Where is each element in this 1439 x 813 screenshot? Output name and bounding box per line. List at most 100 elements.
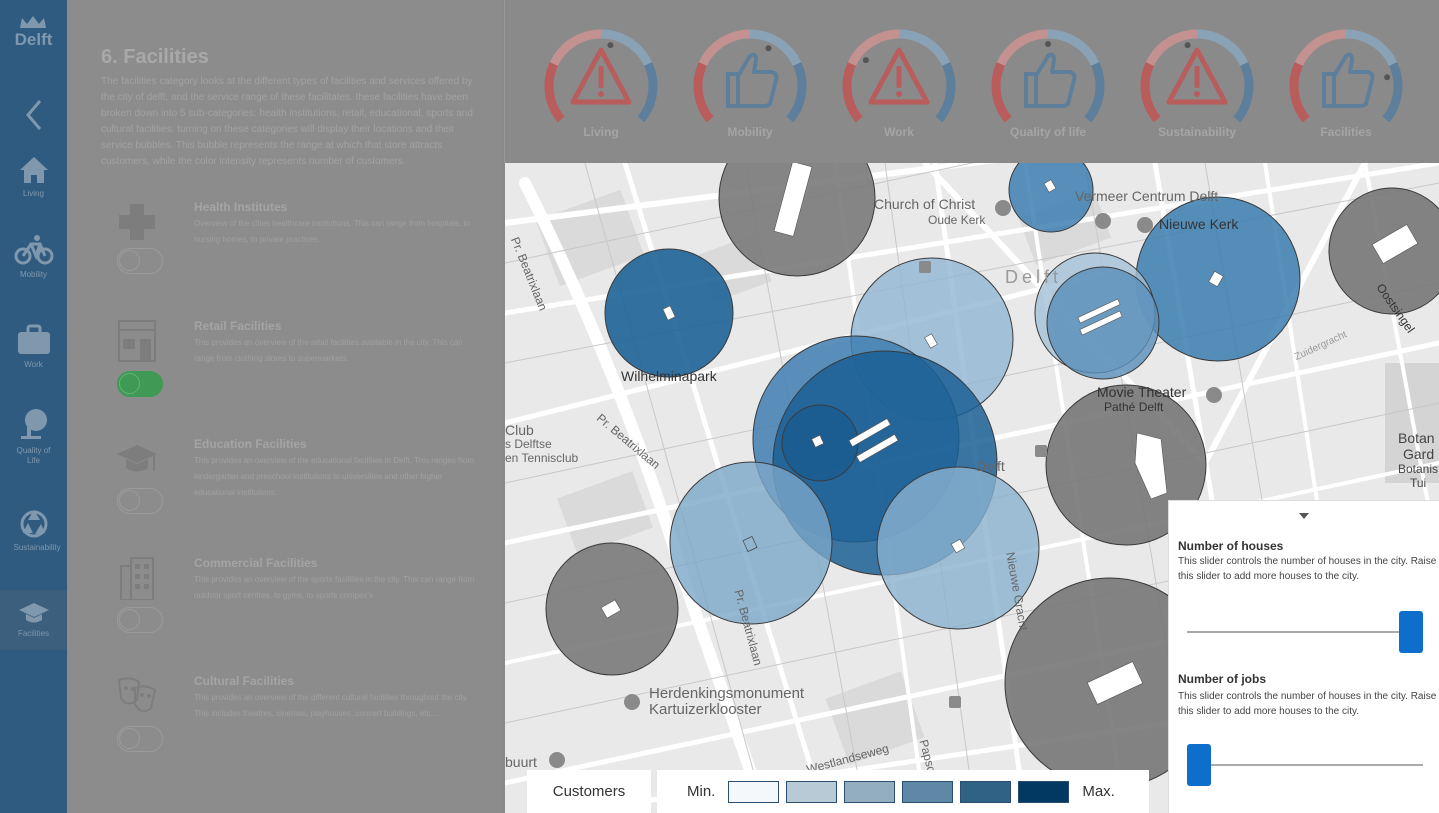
app-root: Delft Living Mobility Work Quality of Li… [0, 0, 1439, 813]
crown-icon [20, 16, 46, 28]
facility-education: Education Facilities This provides an ov… [101, 437, 481, 537]
gauge-label: Living [583, 125, 619, 139]
gauge-segment [1294, 29, 1347, 67]
map-label: Oude Kerk [928, 213, 986, 227]
toggle-knob [119, 728, 140, 749]
facility-desc: This provides an overview of the differe… [194, 693, 469, 718]
nav-label-facilities: Facilities [17, 629, 50, 638]
map-label: Herdenkingsmonument [649, 685, 805, 702]
retail-toggle[interactable] [117, 371, 163, 397]
gauge-needle [607, 42, 614, 49]
facility-health: Health Institutes Overview of the cities… [101, 200, 481, 300]
delft-logo[interactable]: Delft [0, 14, 67, 50]
nav-item-work[interactable]: Work [0, 307, 67, 387]
panel-title: 6. Facilities [101, 46, 209, 68]
facility-name: Cultural Facilities [194, 674, 295, 688]
gauge-segment [935, 62, 956, 123]
nav-item-sustainability[interactable]: Sustainability [0, 490, 67, 570]
gauge-segment [991, 62, 1012, 123]
gauge-dial [842, 29, 956, 123]
houses-slider-track[interactable] [1187, 631, 1423, 633]
houses-slider-title: Number of houses [1178, 539, 1284, 553]
jobs-slider-thumb[interactable] [1187, 744, 1211, 786]
facility-commercial: Commercial Facilities This provides an o… [101, 556, 481, 656]
left-nav: Delft Living Mobility Work Quality of Li… [0, 0, 67, 813]
houses-slider-thumb[interactable] [1399, 611, 1423, 653]
chevron-left-icon [25, 100, 41, 130]
facility-desc: Overview of the cities healthcare instit… [194, 219, 470, 244]
nav-item-living[interactable]: Living [0, 137, 67, 217]
map-label: Delft [1005, 267, 1063, 287]
gauge-segment [1084, 62, 1105, 123]
nav-label-living: Living [23, 189, 44, 198]
map-label: Club [505, 422, 534, 438]
gauge-segment [637, 62, 658, 123]
map-label: Church of Christ [874, 196, 976, 212]
medical-cross-icon [119, 204, 155, 240]
gauge-label: Mobility [727, 125, 773, 139]
gauge-mobility[interactable]: Mobility [690, 26, 810, 146]
warning-icon [868, 47, 930, 105]
thumbs-up-icon [726, 52, 779, 108]
graduation-cap-icon [117, 445, 157, 472]
gauge-dial [991, 29, 1105, 123]
health-toggle[interactable] [117, 248, 163, 274]
legend-swatch [728, 780, 780, 803]
collapse-caret-icon[interactable] [1299, 513, 1309, 519]
facility-desc: This provides an overview of the retail … [194, 338, 463, 363]
nav-item-facilities[interactable]: Facilities [0, 590, 67, 650]
graduation-cap-icon [18, 603, 49, 623]
commercial-toggle[interactable] [117, 607, 163, 633]
gauge-quality-of-life[interactable]: Quality of life [988, 26, 1108, 146]
map-label: Wilhelminapark [621, 368, 717, 384]
facilities-panel: 6. Facilities The facilities category lo… [67, 0, 502, 813]
tree-icon [20, 409, 47, 439]
legend-swatch [786, 780, 838, 803]
cultural-toggle[interactable] [117, 726, 163, 752]
map-label: s Delftse [505, 437, 552, 451]
gauge-segment [1140, 62, 1161, 123]
legend-min-label: Min. [687, 783, 716, 800]
gauge-segment [693, 62, 714, 123]
recycle-icon [20, 510, 47, 538]
map-label: Delft [976, 458, 1005, 474]
toggle-knob [119, 490, 140, 511]
thumbs-up-icon [1024, 52, 1077, 108]
nav-item-mobility[interactable]: Mobility [0, 217, 67, 297]
facility-cultural: Cultural Facilities This provides an ove… [101, 674, 481, 774]
back-button[interactable] [0, 90, 67, 140]
legend-swatch [960, 780, 1012, 803]
facility-name: Commercial Facilities [194, 556, 318, 570]
map-label: buurt [505, 754, 537, 770]
facility-name: Education Facilities [194, 437, 307, 451]
toggle-knob [119, 250, 140, 271]
nav-label-sustainability: Sustainability [13, 543, 61, 552]
gauge-label: Work [884, 125, 914, 139]
gauge-segment [996, 29, 1049, 67]
legend-swatch [902, 780, 954, 803]
map-label: Vermeer Centrum Delft [1075, 188, 1219, 204]
nav-item-quality-of-life[interactable]: Quality of Life [0, 397, 67, 477]
gauge-segment [1233, 62, 1254, 123]
gauge-segment [786, 62, 807, 123]
facility-name: Health Institutes [194, 200, 288, 214]
education-toggle[interactable] [117, 488, 163, 514]
jobs-slider-title: Number of jobs [1178, 672, 1267, 686]
gauge-dial [544, 29, 658, 123]
gauge-facilities[interactable]: Facilities [1286, 26, 1406, 146]
panel-intro: The facilities category looks at the dif… [101, 76, 473, 167]
gauge-dial [693, 29, 807, 123]
gauge-needle [765, 45, 772, 52]
gauge-needle [1045, 41, 1051, 47]
map-label: Nieuwe Kerk [1159, 216, 1239, 232]
gauge-work[interactable]: Work [839, 26, 959, 146]
gauge-segment [698, 29, 751, 67]
gauge-needle [862, 57, 869, 64]
facility-name: Retail Facilities [194, 319, 282, 333]
gauge-sustainability[interactable]: Sustainability [1137, 26, 1257, 146]
legend-title: Customers [527, 770, 651, 813]
gauge-living[interactable]: Living [541, 26, 661, 146]
map-label: Kartuizerklooster [649, 701, 762, 718]
jobs-slider-track[interactable] [1187, 764, 1423, 766]
warning-icon [570, 47, 632, 105]
